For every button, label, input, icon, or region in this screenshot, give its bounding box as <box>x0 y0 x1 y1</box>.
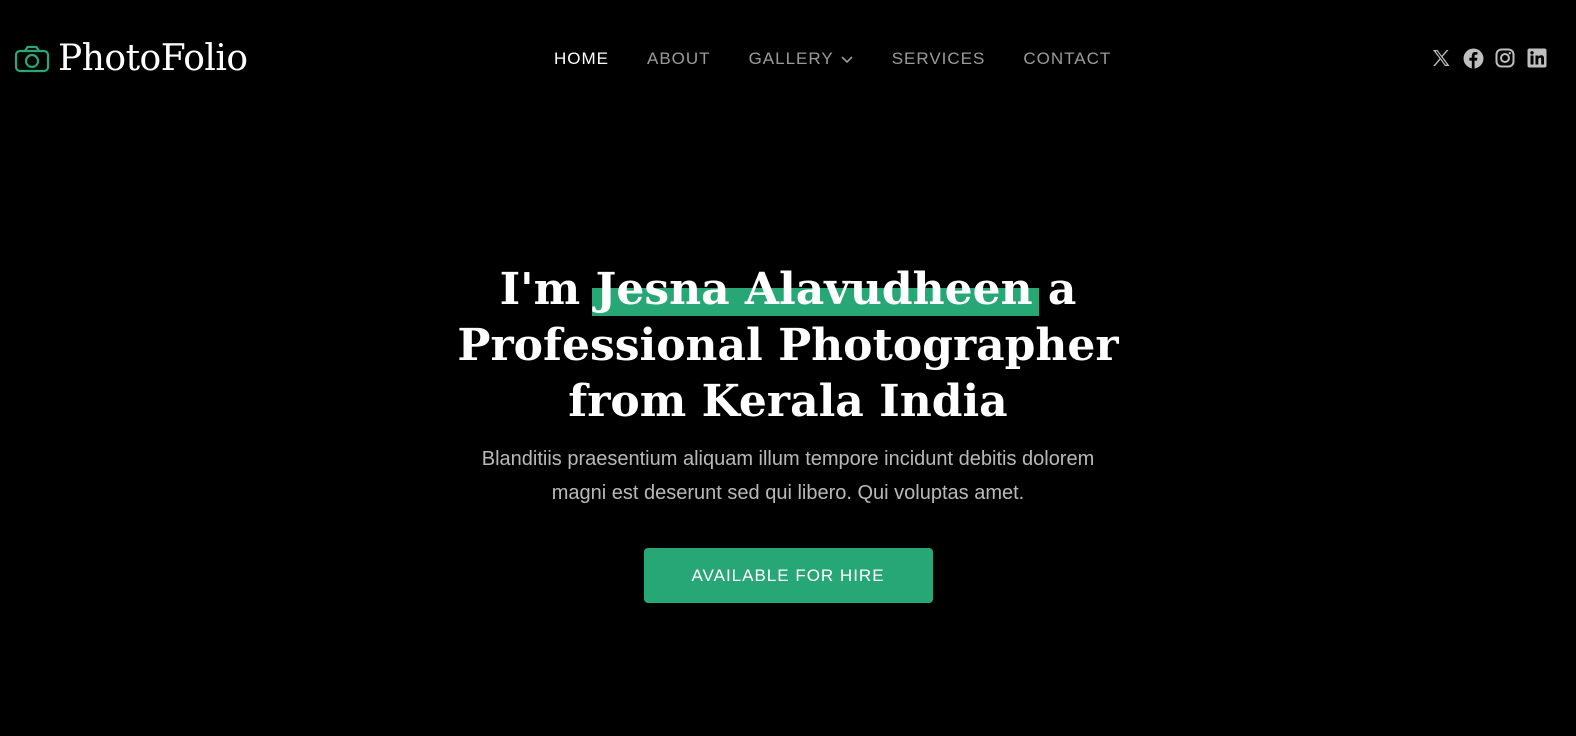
hero-title-prefix: I'm <box>499 264 581 315</box>
hero-subtitle: Blanditiis praesentium aliquam illum tem… <box>481 448 1095 504</box>
facebook-icon[interactable] <box>1462 47 1484 69</box>
linkedin-icon[interactable] <box>1526 47 1548 69</box>
brand-logo-link[interactable]: PhotoFolio <box>14 36 248 82</box>
nav-item-home[interactable]: HOME <box>554 49 609 69</box>
nav-item-gallery[interactable]: GALLERY <box>749 49 854 69</box>
instagram-icon[interactable] <box>1494 47 1516 69</box>
hero-title: I'm Jesna Alavudheen a Professional Phot… <box>438 262 1138 430</box>
nav-item-about[interactable]: ABOUT <box>647 49 711 69</box>
hero-title-name: Jesna Alavudheen <box>591 262 1039 318</box>
camera-icon <box>14 45 50 73</box>
nav-item-services[interactable]: SERVICES <box>892 49 986 69</box>
main-nav: HOME ABOUT GALLERY SERVICES CONTACT <box>554 48 1111 70</box>
brand-name: PhotoFolio <box>58 38 248 79</box>
hero-section: I'm Jesna Alavudheen a Professional Phot… <box>0 262 1576 603</box>
available-for-hire-button[interactable]: AVAILABLE FOR HIRE <box>643 548 933 603</box>
social-links <box>1420 47 1548 69</box>
site-header: PhotoFolio HOME ABOUT GALLERY SERVICES C… <box>0 0 1576 120</box>
nav-item-contact[interactable]: CONTACT <box>1023 49 1111 69</box>
nav-item-gallery-label: GALLERY <box>748 49 834 68</box>
x-twitter-icon[interactable] <box>1430 47 1452 69</box>
chevron-down-icon <box>840 52 854 66</box>
